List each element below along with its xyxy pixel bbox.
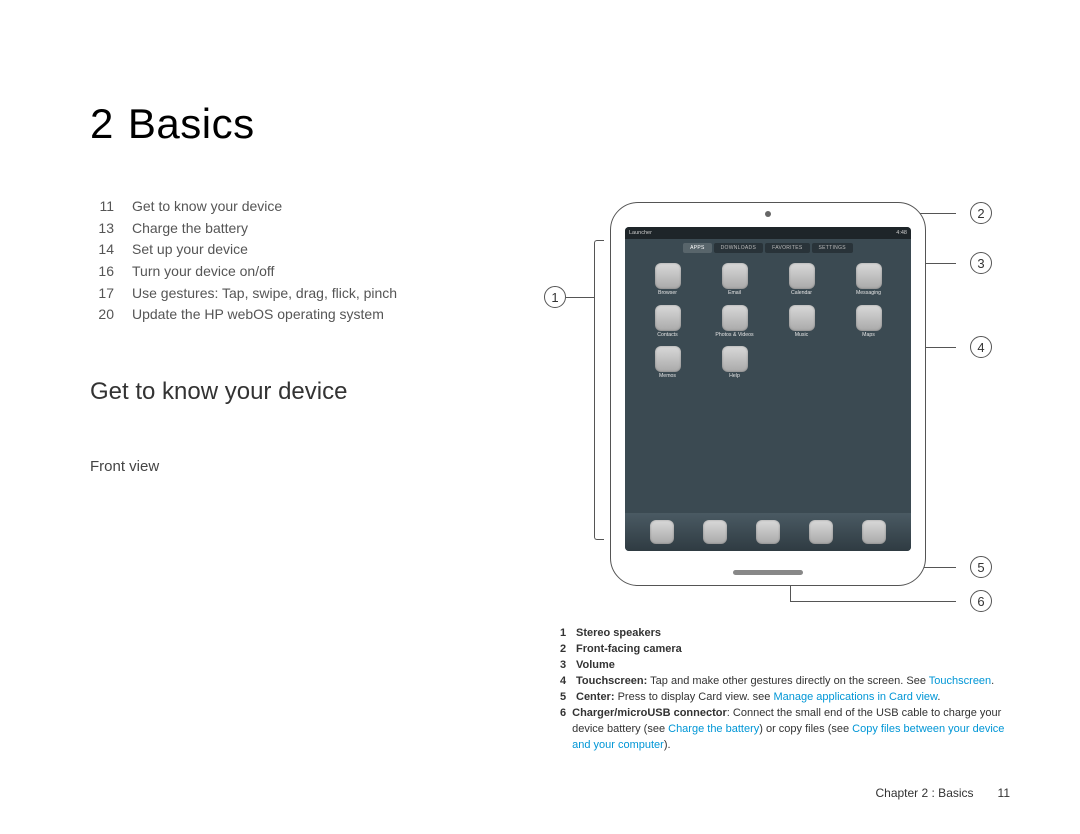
chapter-number: 2 (90, 100, 114, 147)
callout-6: 6 (970, 590, 992, 612)
app-icon (722, 263, 748, 289)
toc-row[interactable]: 20Update the HP webOS operating system (90, 304, 490, 326)
device-front-view-illustration: 1 2 3 4 5 6 Launcher 4:48 (600, 196, 960, 586)
toc-row[interactable]: 17Use gestures: Tap, swipe, drag, flick,… (90, 283, 490, 305)
app-icon (655, 346, 681, 372)
toc-row[interactable]: 16Turn your device on/off (90, 261, 490, 283)
callout-2: 2 (970, 202, 992, 224)
page-footer: Chapter 2 : Basics 11 (875, 786, 1010, 800)
app-icon (789, 263, 815, 289)
camera-dot-icon (765, 211, 771, 217)
status-right: 4:48 (896, 230, 907, 236)
status-bar: Launcher 4:48 (625, 227, 911, 239)
link-touchscreen[interactable]: Touchscreen (929, 675, 991, 687)
callout-legend: 1Stereo speakers 2Front-facing camera 3V… (550, 626, 1010, 754)
speaker-bracket-icon (594, 240, 604, 540)
app-icon (856, 263, 882, 289)
tab-favorites: FAVORITES (765, 243, 809, 253)
dock-app-icon (703, 520, 727, 544)
app-icon (655, 305, 681, 331)
footer-chapter-label: Chapter 2 : Basics (875, 786, 973, 800)
tab-settings: SETTINGS (812, 243, 853, 253)
toc-row[interactable]: 11Get to know your device (90, 196, 490, 218)
section-heading: Get to know your device (90, 378, 490, 406)
tab-apps: APPS (683, 243, 712, 253)
launcher-tabs: APPS DOWNLOADS FAVORITES SETTINGS (625, 243, 911, 253)
callout-5: 5 (970, 556, 992, 578)
link-charge-battery[interactable]: Charge the battery (668, 723, 759, 735)
subheading: Front view (90, 458, 490, 475)
center-button-icon (733, 570, 803, 575)
tablet-screen: Launcher 4:48 APPS DOWNLOADS FAVORITES S… (625, 227, 911, 551)
link-manage-apps[interactable]: Manage applications in Card view (773, 691, 937, 703)
tab-downloads: DOWNLOADS (714, 243, 763, 253)
toc-row[interactable]: 13Charge the battery (90, 218, 490, 240)
tablet-outline-icon: Launcher 4:48 APPS DOWNLOADS FAVORITES S… (610, 202, 926, 586)
dock-app-icon (809, 520, 833, 544)
dock (625, 513, 911, 551)
dock-app-icon (756, 520, 780, 544)
app-icon (722, 305, 748, 331)
callout-4: 4 (970, 336, 992, 358)
chapter-name: Basics (128, 100, 255, 147)
table-of-contents: 11Get to know your device 13Charge the b… (90, 196, 490, 326)
app-icon (789, 305, 815, 331)
dock-app-icon (862, 520, 886, 544)
dock-app-icon (650, 520, 674, 544)
toc-row[interactable]: 14Set up your device (90, 239, 490, 261)
app-grid: Browser Email Calendar Messaging Contact… (625, 253, 911, 380)
app-icon (856, 305, 882, 331)
footer-page-number: 11 (998, 786, 1010, 800)
app-icon (655, 263, 681, 289)
status-left: Launcher (629, 230, 652, 236)
app-icon (722, 346, 748, 372)
callout-1: 1 (544, 286, 566, 308)
chapter-title: 2 Basics (90, 100, 1010, 148)
callout-3: 3 (970, 252, 992, 274)
